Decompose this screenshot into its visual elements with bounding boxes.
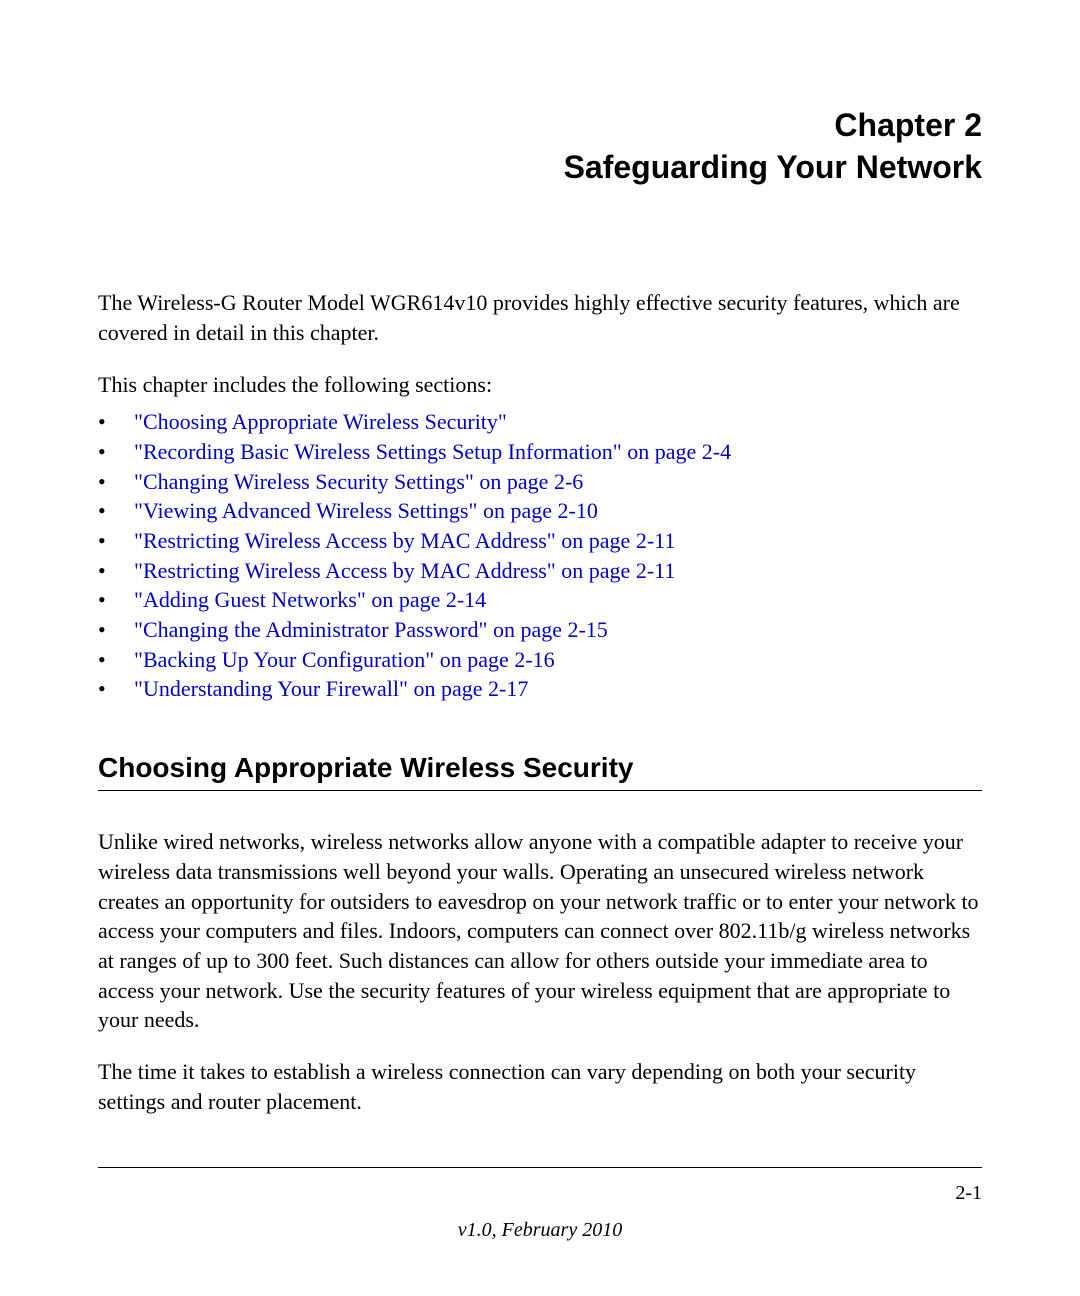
toc-list: "Choosing Appropriate Wireless Security"… xyxy=(98,407,982,704)
toc-link[interactable]: "Understanding Your Firewall" on page 2-… xyxy=(134,676,528,701)
list-item: "Recording Basic Wireless Settings Setup… xyxy=(98,437,982,467)
body-paragraph: Unlike wired networks, wireless networks… xyxy=(98,827,982,1035)
page-footer: 2-1 v1.0, February 2010 xyxy=(98,1167,982,1242)
chapter-title: Chapter 2 Safeguarding Your Network xyxy=(98,105,982,188)
toc-intro: This chapter includes the following sect… xyxy=(98,370,982,400)
list-item: "Restricting Wireless Access by MAC Addr… xyxy=(98,556,982,586)
toc-link[interactable]: "Choosing Appropriate Wireless Security" xyxy=(134,409,507,434)
toc-link[interactable]: "Recording Basic Wireless Settings Setup… xyxy=(134,439,731,464)
list-item: "Choosing Appropriate Wireless Security" xyxy=(98,407,982,437)
toc-link[interactable]: "Changing Wireless Security Settings" on… xyxy=(134,469,583,494)
intro-paragraph: The Wireless-G Router Model WGR614v10 pr… xyxy=(98,288,982,347)
list-item: "Viewing Advanced Wireless Settings" on … xyxy=(98,496,982,526)
list-item: "Restricting Wireless Access by MAC Addr… xyxy=(98,526,982,556)
list-item: "Adding Guest Networks" on page 2-14 xyxy=(98,585,982,615)
body-paragraph: The time it takes to establish a wireles… xyxy=(98,1057,982,1116)
toc-link[interactable]: "Changing the Administrator Password" on… xyxy=(134,617,608,642)
toc-link[interactable]: "Restricting Wireless Access by MAC Addr… xyxy=(134,558,675,583)
chapter-name: Safeguarding Your Network xyxy=(98,147,982,189)
list-item: "Backing Up Your Configuration" on page … xyxy=(98,645,982,675)
section-heading: Choosing Appropriate Wireless Security xyxy=(98,752,982,784)
document-page: Chapter 2 Safeguarding Your Network The … xyxy=(0,0,1080,1296)
page-number: 2-1 xyxy=(98,1182,982,1205)
list-item: "Changing the Administrator Password" on… xyxy=(98,615,982,645)
section-divider xyxy=(98,790,982,791)
toc-link[interactable]: "Adding Guest Networks" on page 2-14 xyxy=(134,587,486,612)
footer-divider xyxy=(98,1167,982,1168)
version-label: v1.0, February 2010 xyxy=(98,1219,982,1242)
list-item: "Understanding Your Firewall" on page 2-… xyxy=(98,674,982,704)
list-item: "Changing Wireless Security Settings" on… xyxy=(98,467,982,497)
toc-link[interactable]: "Viewing Advanced Wireless Settings" on … xyxy=(134,498,598,523)
chapter-number: Chapter 2 xyxy=(98,105,982,147)
toc-link[interactable]: "Restricting Wireless Access by MAC Addr… xyxy=(134,528,675,553)
toc-link[interactable]: "Backing Up Your Configuration" on page … xyxy=(134,647,555,672)
